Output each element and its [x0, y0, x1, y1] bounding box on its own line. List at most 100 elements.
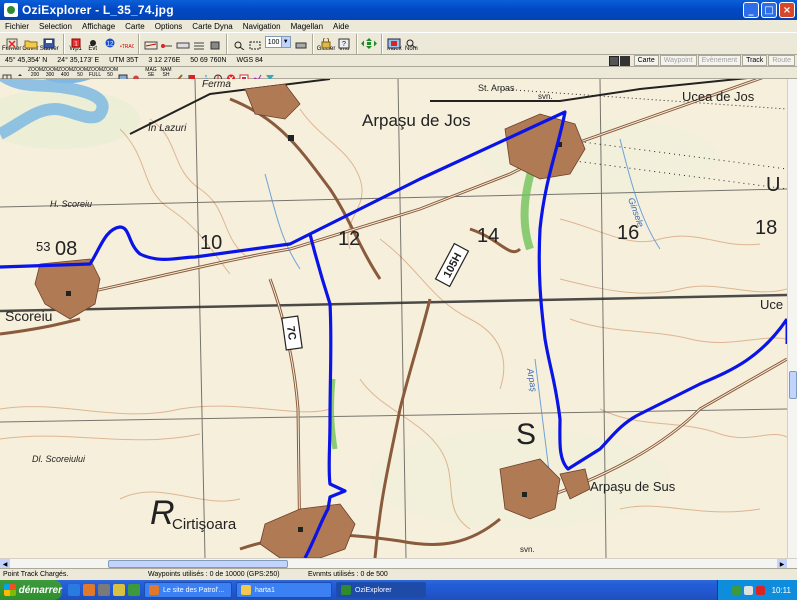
tray-volume-icon[interactable]: [743, 585, 753, 595]
evenement-tab[interactable]: Evènement: [697, 55, 742, 66]
event-icon: [85, 34, 101, 46]
menu-aide[interactable]: Aide: [328, 22, 354, 31]
wp1-button[interactable]: 1 Wp1: [68, 33, 84, 52]
evt-button[interactable]: Evt: [85, 33, 101, 52]
zoom-out-icon[interactable]: [294, 35, 308, 49]
route-tab[interactable]: Route: [768, 55, 795, 66]
tray-security-icon[interactable]: [755, 585, 765, 595]
ouvrir-button[interactable]: Ouvrir: [22, 33, 39, 52]
move-icon[interactable]: [15, 68, 25, 83]
menu-carte[interactable]: Carte: [120, 22, 150, 31]
route-edit-icon[interactable]: [176, 35, 190, 49]
carte-tab[interactable]: Carte: [633, 55, 659, 66]
menu-carte-dyna[interactable]: Carte Dyna: [187, 22, 237, 31]
nom-button[interactable]: Nom: [403, 33, 419, 52]
pencil-icon[interactable]: [174, 68, 184, 83]
filter-icon[interactable]: [265, 68, 275, 82]
glisser-button[interactable]: Glisser: [317, 33, 335, 52]
numbered-circle-icon: 12: [102, 34, 118, 48]
label-big-r: R: [150, 494, 175, 532]
label-svn-bottom: svn.: [520, 545, 535, 554]
topographic-map: 105H 7C Ferma St. Arpas svn. Ucea de Jos…: [0, 79, 787, 558]
grid-num-08: 08: [55, 238, 77, 260]
menu-fichier[interactable]: Fichier: [0, 22, 34, 31]
track-tab[interactable]: Track: [742, 55, 768, 66]
horizontal-scroll-thumb[interactable]: [108, 560, 288, 568]
track-num-button[interactable]: 12: [102, 33, 118, 48]
menu-selection[interactable]: Selection: [34, 22, 77, 31]
folder-icon[interactable]: [113, 584, 125, 596]
anchor-icon[interactable]: ⚓: [200, 68, 211, 84]
fermer-button[interactable]: Fermer: [2, 33, 21, 52]
zoom-full-button[interactable]: ZOOM FULL: [88, 67, 103, 78]
landscape-icon[interactable]: [118, 68, 128, 83]
label-cirtisoara: Cirtişoara: [172, 516, 237, 533]
trace-icon[interactable]: •TRACE: [120, 35, 139, 50]
task-le-site[interactable]: Le site des Patrol'...: [144, 582, 232, 598]
firefox-icon[interactable]: [83, 584, 95, 596]
route-icon[interactable]: [160, 35, 174, 48]
photo-icon[interactable]: [239, 68, 249, 83]
zoom-select[interactable]: 100 ▼: [264, 36, 291, 48]
latitude-readout: 45° 45,354' N: [5, 57, 48, 64]
menu-navigation[interactable]: Navigation: [238, 22, 286, 31]
zoom-200-button[interactable]: ZOOM 200: [28, 67, 43, 78]
compass-icon[interactable]: [213, 68, 223, 83]
zoom-50-button[interactable]: ZOOM 50: [73, 67, 88, 78]
media-icon[interactable]: [98, 584, 110, 596]
label-st-arpas: St. Arpas: [478, 83, 515, 93]
label-big-s: S: [516, 418, 536, 451]
label-svn-top: svn.: [538, 92, 553, 101]
status-message: Point Track Chargés.: [3, 571, 69, 578]
task-oziexplorer[interactable]: OziExplorer: [336, 582, 426, 598]
horizontal-scrollbar[interactable]: ◀ ▶: [0, 558, 797, 569]
zoom-in-icon[interactable]: [232, 35, 246, 51]
vertical-scrollbar[interactable]: [787, 79, 797, 558]
zoom-400-button[interactable]: ZOOM 400: [58, 67, 73, 78]
menu-bar: Fichier Selection Affichage Carte Option…: [0, 20, 797, 32]
waypoint-flag-icon[interactable]: [187, 68, 197, 83]
grid-icon[interactable]: [2, 68, 12, 83]
minimize-button[interactable]: _: [743, 2, 759, 18]
label-u: U: [766, 174, 780, 196]
menu-magellan[interactable]: Magellan: [286, 22, 328, 31]
index-button[interactable]: Index: [386, 33, 402, 52]
ie-icon[interactable]: [68, 584, 80, 596]
save-track-icon[interactable]: [144, 35, 158, 50]
grid-num-18: 18: [755, 217, 777, 239]
maximize-button[interactable]: □: [761, 2, 777, 18]
mag-se-button[interactable]: MAG SE: [144, 67, 158, 78]
start-button[interactable]: démarrer: [0, 580, 62, 600]
vertical-scroll-thumb[interactable]: [789, 371, 797, 399]
zoom-50b-button[interactable]: ZOOM 50: [103, 67, 118, 78]
gps-icon[interactable]: [208, 35, 222, 50]
hand-lock-icon: [318, 34, 334, 49]
label-ferma: Ferma: [202, 79, 231, 90]
delete-icon[interactable]: [226, 68, 236, 83]
name-search-icon: [403, 34, 419, 49]
satellite-icon[interactable]: [131, 68, 141, 82]
nam-sh-button[interactable]: NAM SH: [159, 67, 173, 78]
close-button[interactable]: ×: [779, 2, 795, 18]
tray-network-icon[interactable]: [731, 585, 741, 595]
navigation-arrows-button[interactable]: [361, 33, 378, 49]
task-harta1[interactable]: harta1: [236, 582, 332, 598]
zoom-window-icon[interactable]: [248, 35, 262, 50]
index-map-icon: [386, 34, 402, 49]
app-icon[interactable]: [128, 584, 140, 596]
profile-chart-icon[interactable]: [252, 68, 262, 83]
sauver-button[interactable]: Sauver: [40, 33, 59, 52]
map-canvas[interactable]: 105H 7C Ferma St. Arpas svn. Ucea de Jos…: [0, 79, 787, 558]
info-button[interactable]: ? Info: [336, 33, 352, 52]
gps-connect-icon[interactable]: [608, 55, 619, 66]
waypoint-tab[interactable]: Waypoint: [659, 55, 697, 66]
menu-affichage[interactable]: Affichage: [77, 22, 120, 31]
menu-options[interactable]: Options: [150, 22, 188, 31]
windows-taskbar: démarrer Le site des Patrol'... harta1 O…: [0, 580, 797, 600]
track-list-icon[interactable]: [192, 35, 206, 50]
title-bar[interactable]: OziExplorer - L_35_74.jpg _ □ ×: [0, 0, 797, 20]
gps-list-icon[interactable]: [619, 55, 630, 66]
open-folder-icon: [23, 34, 39, 49]
zoom-300-button[interactable]: ZOOM 300: [43, 67, 58, 78]
grid-num-12: 12: [338, 228, 360, 250]
